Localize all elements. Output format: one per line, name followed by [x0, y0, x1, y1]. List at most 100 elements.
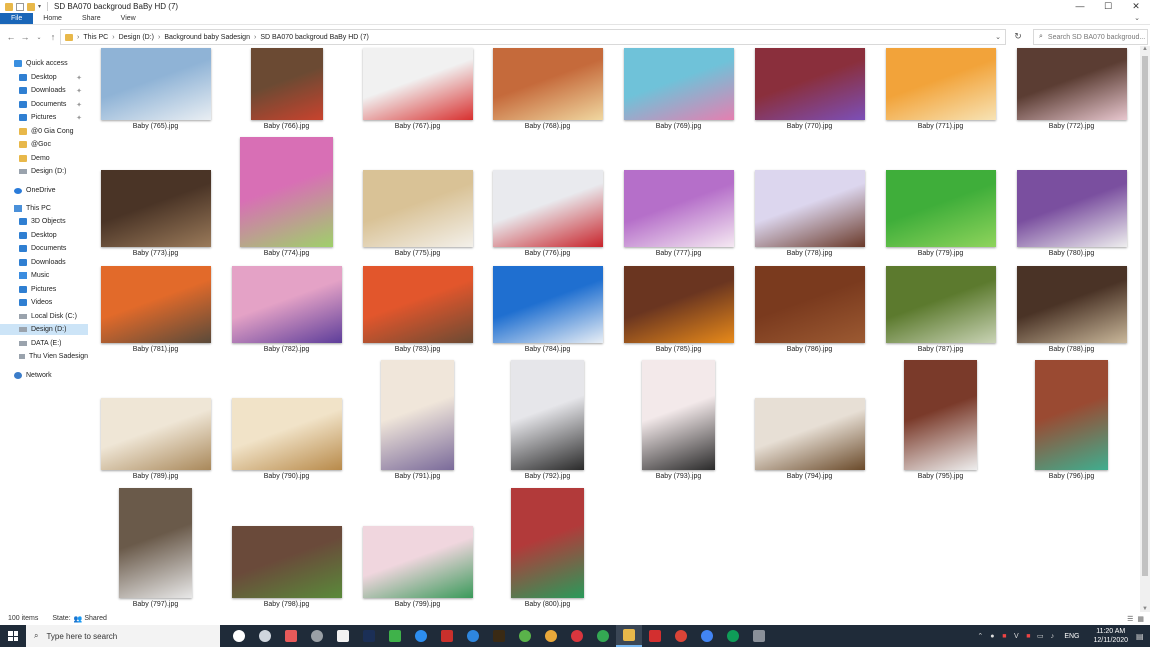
properties-icon[interactable]	[16, 2, 24, 11]
image-thumbnail[interactable]	[1035, 360, 1108, 470]
file-name[interactable]: Baby (776).jpg	[483, 250, 613, 257]
folder-icon[interactable]	[5, 2, 13, 11]
file-name[interactable]: Baby (798).jpg	[222, 601, 352, 608]
image-thumbnail[interactable]	[511, 488, 584, 598]
maximize-button[interactable]: ☐	[1094, 0, 1122, 13]
nav-item[interactable]: Downloads ✦	[0, 85, 88, 96]
nav-item[interactable]: Pictures ✦	[0, 112, 88, 123]
file-name[interactable]: Baby (778).jpg	[745, 250, 875, 257]
start-button[interactable]	[0, 625, 26, 647]
taskbar-app[interactable]	[304, 625, 330, 647]
file-name[interactable]: Baby (797).jpg	[91, 601, 221, 608]
image-thumbnail[interactable]	[754, 266, 865, 343]
file-name[interactable]: Baby (770).jpg	[745, 123, 875, 130]
file-name[interactable]: Baby (766).jpg	[222, 123, 352, 130]
file-name[interactable]: Baby (775).jpg	[353, 250, 483, 257]
image-thumbnail[interactable]	[1016, 266, 1127, 343]
taskbar-app[interactable]	[486, 625, 512, 647]
image-thumbnail[interactable]	[100, 48, 211, 120]
nav-item[interactable]: Design (D:)	[0, 324, 88, 335]
image-thumbnail[interactable]	[754, 48, 865, 120]
back-arrow-icon[interactable]: ←	[4, 32, 18, 42]
nav-item[interactable]: This PC	[0, 203, 88, 214]
image-thumbnail[interactable]	[231, 398, 342, 470]
image-thumbnail[interactable]	[100, 266, 211, 343]
file-name[interactable]: Baby (767).jpg	[353, 123, 483, 130]
file-name[interactable]: Baby (784).jpg	[483, 346, 613, 353]
image-thumbnail[interactable]	[885, 170, 996, 247]
search-box[interactable]: ⌕ Search SD BA070 backgroud...	[1033, 29, 1148, 45]
search-input[interactable]: Search SD BA070 backgroud...	[1048, 34, 1145, 41]
taskbar-app[interactable]	[746, 625, 772, 647]
image-thumbnail[interactable]	[1016, 170, 1127, 247]
taskbar-app[interactable]	[434, 625, 460, 647]
scrollbar-thumb[interactable]	[1142, 56, 1148, 576]
breadcrumb-current-folder[interactable]: SD BA070 backgroud BaBy HD (7)	[260, 34, 369, 41]
file-name[interactable]: Baby (796).jpg	[1007, 473, 1136, 480]
tab-share[interactable]: Share	[72, 13, 111, 24]
new-folder-icon[interactable]	[27, 2, 35, 11]
file-name[interactable]: Baby (781).jpg	[91, 346, 221, 353]
volume-icon[interactable]: ♪	[1046, 633, 1058, 640]
file-name[interactable]: Baby (785).jpg	[614, 346, 744, 353]
image-thumbnail[interactable]	[492, 48, 603, 120]
scroll-up-icon[interactable]: ▲	[1140, 46, 1150, 52]
tray-overflow-icon[interactable]: ⌃	[974, 632, 986, 640]
file-name[interactable]: Baby (791).jpg	[353, 473, 483, 480]
breadcrumb-design-drive[interactable]: Design (D:)	[119, 34, 154, 41]
nav-item[interactable]: @Goc	[0, 139, 88, 150]
file-name[interactable]: Baby (782).jpg	[222, 346, 352, 353]
taskbar-app[interactable]	[278, 625, 304, 647]
file-name[interactable]: Baby (787).jpg	[876, 346, 1006, 353]
image-thumbnail[interactable]	[492, 170, 603, 247]
image-thumbnail[interactable]	[362, 526, 473, 598]
taskbar-search-input[interactable]: Type here to search	[46, 632, 117, 641]
taskbar-app[interactable]	[694, 625, 720, 647]
image-thumbnail[interactable]	[100, 170, 211, 247]
address-dropdown-icon[interactable]: ⌄	[995, 33, 1001, 41]
file-name[interactable]: Baby (790).jpg	[222, 473, 352, 480]
file-name[interactable]: Baby (765).jpg	[91, 123, 221, 130]
taskbar-app[interactable]	[538, 625, 564, 647]
file-name[interactable]: Baby (788).jpg	[1007, 346, 1136, 353]
vertical-scrollbar[interactable]: ▲ ▼	[1140, 46, 1150, 612]
taskbar-app[interactable]	[226, 625, 252, 647]
taskbar-search[interactable]: ⌕ Type here to search	[26, 625, 220, 647]
file-name[interactable]: Baby (794).jpg	[745, 473, 875, 480]
forward-arrow-icon[interactable]: →	[18, 32, 32, 42]
chevron-down-icon[interactable]: ▾	[38, 3, 44, 11]
taskbar-app[interactable]	[642, 625, 668, 647]
language-indicator[interactable]: ENG	[1064, 633, 1079, 640]
file-name[interactable]: Baby (800).jpg	[483, 601, 613, 608]
image-thumbnail[interactable]	[1016, 48, 1127, 120]
nav-item[interactable]: Design (D:)	[0, 166, 88, 177]
nav-item[interactable]: Videos	[0, 297, 88, 308]
file-name[interactable]: Baby (793).jpg	[614, 473, 744, 480]
image-thumbnail[interactable]	[231, 266, 342, 343]
taskbar-app[interactable]	[512, 625, 538, 647]
image-thumbnail[interactable]	[250, 48, 323, 120]
image-thumbnail[interactable]	[754, 170, 865, 247]
expand-ribbon-icon[interactable]: ⌄	[1134, 13, 1140, 25]
image-thumbnail[interactable]	[511, 360, 584, 470]
taskbar-app[interactable]	[408, 625, 434, 647]
file-name[interactable]: Baby (792).jpg	[483, 473, 613, 480]
nav-item[interactable]: Desktop ✦	[0, 72, 88, 83]
breadcrumb-background-baby[interactable]: Background baby Sadesign	[164, 34, 250, 41]
image-thumbnail[interactable]	[100, 398, 211, 470]
file-name[interactable]: Baby (777).jpg	[614, 250, 744, 257]
file-name[interactable]: Baby (774).jpg	[222, 250, 352, 257]
app-v-icon[interactable]: V	[1010, 633, 1022, 640]
image-thumbnail[interactable]	[904, 360, 977, 470]
taskbar-app[interactable]	[720, 625, 746, 647]
close-button[interactable]: ✕	[1122, 0, 1150, 13]
recent-locations-icon[interactable]: ⌄	[32, 34, 46, 41]
image-thumbnail[interactable]	[362, 170, 473, 247]
breadcrumb-this-pc[interactable]: This PC	[83, 34, 108, 41]
taskbar-app[interactable]	[382, 625, 408, 647]
refresh-icon[interactable]: ↻	[1011, 31, 1025, 45]
image-thumbnail[interactable]	[362, 266, 473, 343]
image-thumbnail[interactable]	[885, 266, 996, 343]
taskbar-app[interactable]	[668, 625, 694, 647]
nav-item[interactable]: Network	[0, 370, 88, 381]
